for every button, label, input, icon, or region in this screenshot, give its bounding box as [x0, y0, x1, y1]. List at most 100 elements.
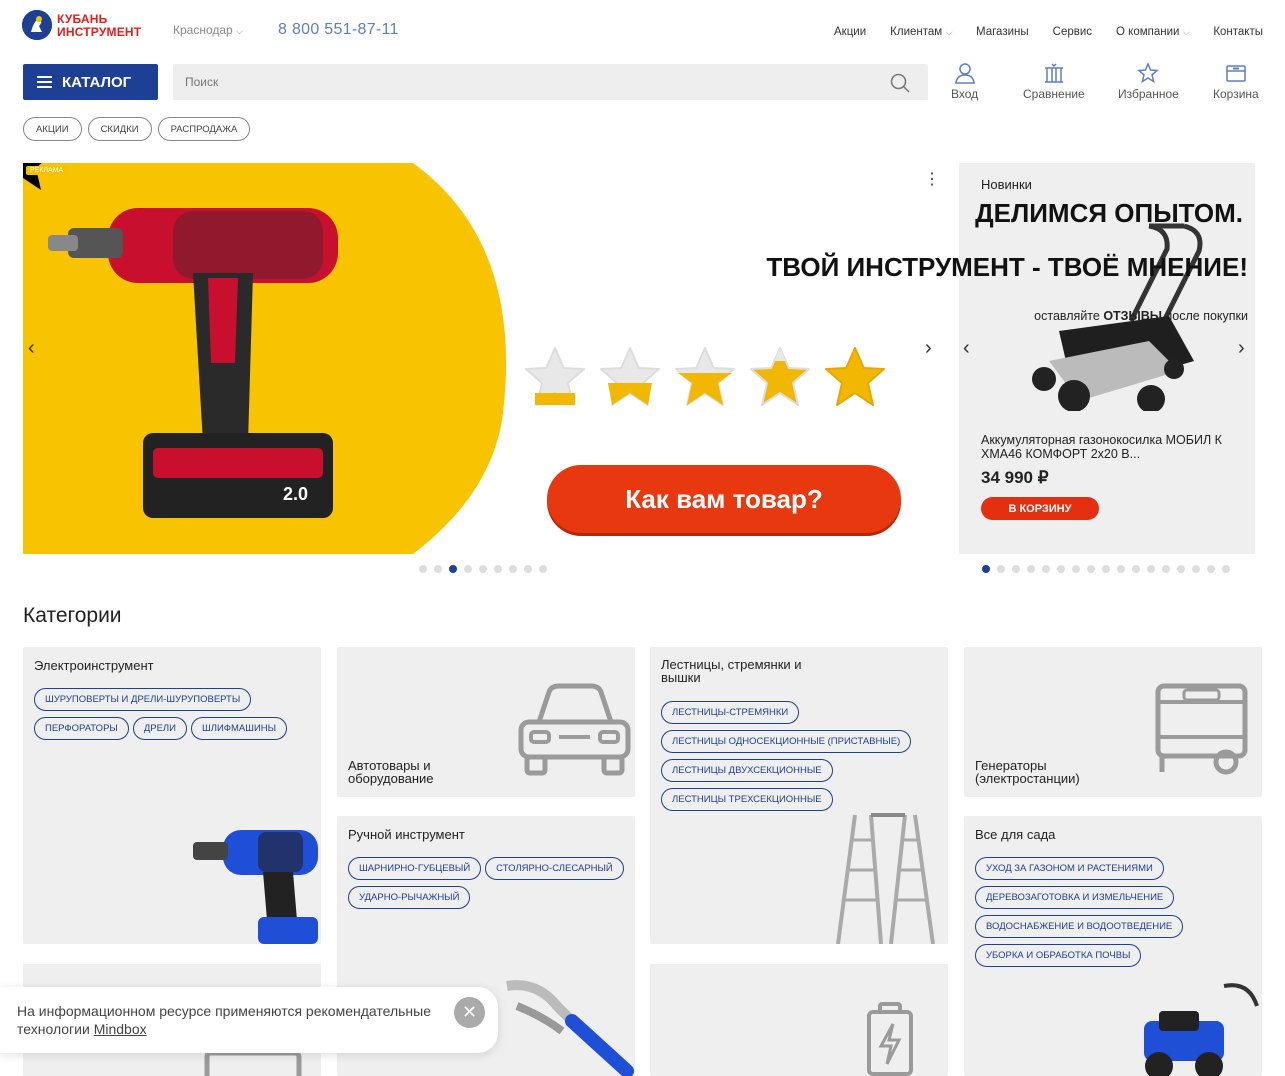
- tag-stepladders[interactable]: ЛЕСТНИЦЫ-СТРЕМЯНКИ: [661, 701, 800, 724]
- quick-filter-pills: АКЦИИ СКИДКИ РАСПРОДАЖА: [23, 117, 251, 141]
- compare-icon: [1044, 63, 1063, 83]
- pagination-dot[interactable]: [1177, 565, 1185, 573]
- category-tags: ШУРУПОВЕРТЫ И ДРЕЛИ-ШУРУПОВЕРТЫ ПЕРФОРАТ…: [34, 688, 314, 740]
- pill-sale[interactable]: РАСПРОДАЖА: [157, 117, 251, 141]
- catalog-label: КАТАЛОГ: [62, 73, 132, 91]
- nav-item-service[interactable]: Сервис: [1053, 26, 1092, 38]
- pagination-dot[interactable]: [494, 565, 502, 573]
- cart-button[interactable]: Корзина: [1213, 62, 1259, 101]
- search-icon[interactable]: [890, 73, 910, 93]
- banner-next-arrow-icon[interactable]: ›: [925, 337, 932, 360]
- pill-promos[interactable]: АКЦИИ: [23, 117, 82, 141]
- catalog-button[interactable]: КАТАЛОГ: [23, 64, 158, 100]
- pagination-dot[interactable]: [479, 565, 487, 573]
- search-input[interactable]: [173, 64, 928, 100]
- category-title: Лестницы, стремянки и вышки: [661, 657, 802, 685]
- category-tags: ШАРНИРНО-ГУБЦЕВЫЙ СТОЛЯРНО-СЛЕСАРНЫЙ УДА…: [348, 857, 633, 909]
- pagination-dot[interactable]: [1102, 565, 1110, 573]
- pagination-dot[interactable]: [997, 565, 1005, 573]
- compare-button[interactable]: Сравнение: [1023, 62, 1085, 101]
- pagination-dot[interactable]: [1072, 565, 1080, 573]
- nav-item-contacts[interactable]: Контакты: [1213, 26, 1263, 38]
- close-icon[interactable]: ✕: [454, 997, 485, 1028]
- pill-discounts[interactable]: СКИДКИ: [87, 117, 152, 141]
- logo-icon[interactable]: [22, 10, 52, 40]
- pagination-dot[interactable]: [1012, 565, 1020, 573]
- pagination-dot[interactable]: [524, 565, 532, 573]
- tag-three-section[interactable]: ЛЕСТНИЦЫ ТРЕХСЕКЦИОННЫЕ: [661, 788, 833, 811]
- logo-text[interactable]: КУБАНЬ ИНСТРУМЕНТ: [57, 13, 141, 39]
- banner-cta-button[interactable]: Как вам товар?: [547, 465, 901, 533]
- pagination-dot[interactable]: [1132, 565, 1140, 573]
- pagination-dot[interactable]: [464, 565, 472, 573]
- chevron-down-icon: ⌵: [236, 26, 243, 36]
- pagination-dot[interactable]: [1042, 565, 1050, 573]
- nav-item-stores[interactable]: Магазины: [976, 26, 1029, 38]
- add-to-cart-button[interactable]: В КОРЗИНУ: [981, 497, 1099, 520]
- pagination-dot[interactable]: [1147, 565, 1155, 573]
- pagination-dot[interactable]: [419, 565, 427, 573]
- search-bar: [173, 64, 928, 100]
- pagination-dot[interactable]: [1027, 565, 1035, 573]
- pagination-dot[interactable]: [1117, 565, 1125, 573]
- tag-lawn-care[interactable]: УХОД ЗА ГАЗОНОМ И РАСТЕНИЯМИ: [975, 857, 1164, 880]
- tag-locksmith[interactable]: СТОЛЯРНО-СЛЕСАРНЫЙ: [485, 857, 624, 880]
- pagination-dot-active[interactable]: [982, 565, 990, 573]
- banner-title-1: ДЕЛИМСЯ ОПЫТОМ.: [975, 198, 1243, 228]
- tag-grinders[interactable]: ШЛИФМАШИНЫ: [191, 717, 288, 740]
- tag-soil-treatment[interactable]: УБОРКА И ОБРАБОТКА ПОЧВЫ: [975, 944, 1142, 967]
- pagination-dot[interactable]: [1057, 565, 1065, 573]
- category-card-garden[interactable]: Все для сада УХОД ЗА ГАЗОНОМ И РАСТЕНИЯМ…: [964, 816, 1262, 1076]
- chevron-down-icon: ⌵: [945, 26, 953, 37]
- cart-icon: [1226, 65, 1246, 82]
- tag-impact[interactable]: УДАРНО-РЫЧАЖНЫЙ: [348, 886, 471, 909]
- new-products-next-arrow-icon[interactable]: ›: [1238, 337, 1245, 360]
- tag-two-section[interactable]: ЛЕСТНИЦЫ ДВУХСЕКЦИОННЫЕ: [661, 759, 833, 782]
- pagination-dot[interactable]: [1222, 565, 1230, 573]
- blue-drill-image: [193, 830, 318, 944]
- more-options-icon[interactable]: ⋮: [924, 169, 940, 189]
- tag-pliers[interactable]: ШАРНИРНО-ГУБЦЕВЫЙ: [348, 857, 482, 880]
- tag-water-supply[interactable]: ВОДОСНАБЖЕНИЕ И ВОДООТВЕДЕНИЕ: [975, 915, 1184, 938]
- product-name[interactable]: Аккумуляторная газонокосилка МОБИЛ К ХМА…: [981, 433, 1233, 461]
- pagination-dot[interactable]: [1162, 565, 1170, 573]
- nav-item-clients[interactable]: Клиентам ⌵: [890, 26, 952, 38]
- tag-perforators[interactable]: ПЕРФОРАТОРЫ: [34, 717, 129, 740]
- nav-item-promos[interactable]: Акции: [834, 26, 866, 38]
- city-selector[interactable]: Краснодар ⌵: [173, 23, 243, 37]
- favorites-label: Избранное: [1118, 87, 1179, 101]
- category-card-batteries[interactable]: [650, 964, 948, 1076]
- city-label: Краснодар: [173, 23, 233, 37]
- nav-item-about[interactable]: О компании ⌵: [1116, 26, 1189, 38]
- nav-label: Сервис: [1052, 26, 1093, 38]
- nav-label: Магазины: [976, 26, 1029, 38]
- favorites-button[interactable]: Избранное: [1118, 62, 1179, 101]
- pagination-dot[interactable]: [1192, 565, 1200, 573]
- pagination-dot[interactable]: [1207, 565, 1215, 573]
- category-card-power-tools[interactable]: Электроинструмент ШУРУПОВЕРТЫ И ДРЕЛИ-ШУ…: [23, 647, 321, 944]
- category-card-ladders[interactable]: Лестницы, стремянки и вышки ЛЕСТНИЦЫ-СТР…: [650, 647, 948, 944]
- phone-link[interactable]: 8 800 551-87-11: [278, 21, 399, 39]
- pagination-dot[interactable]: [539, 565, 547, 573]
- tag-wood-processing[interactable]: ДЕРЕВОЗАГОТОВКА И ИЗМЕЛЬЧЕНИЕ: [975, 886, 1175, 909]
- login-button[interactable]: Вход: [951, 62, 978, 101]
- pagination-dot[interactable]: [434, 565, 442, 573]
- category-card-auto[interactable]: Автотовары и оборудование: [337, 647, 635, 797]
- banner-title-2: ТВОЙ ИНСТРУМЕНТ - ТВОЁ МНЕНИЕ!: [766, 252, 1248, 282]
- category-card-generators[interactable]: Генераторы (электростанции): [964, 647, 1262, 797]
- mindbox-link[interactable]: Mindbox: [94, 1021, 147, 1037]
- pagination-dot[interactable]: [1087, 565, 1095, 573]
- pagination-dot-active[interactable]: [449, 565, 457, 573]
- banner-prev-arrow-icon[interactable]: ‹: [28, 337, 35, 360]
- product-price: 34 990 ₽: [981, 468, 1049, 487]
- chevron-down-icon: ⌵: [1182, 26, 1190, 37]
- category-title: Электроинструмент: [34, 658, 154, 673]
- tag-screwdrivers[interactable]: ШУРУПОВЕРТЫ И ДРЕЛИ-ШУРУПОВЕРТЫ: [34, 688, 252, 711]
- new-products-prev-arrow-icon[interactable]: ‹: [963, 337, 970, 360]
- tag-drills[interactable]: ДРЕЛИ: [132, 717, 187, 740]
- star-icon: [1137, 62, 1160, 84]
- pagination-dot[interactable]: [509, 565, 517, 573]
- tag-single-section[interactable]: ЛЕСТНИЦЫ ОДНОСЕКЦИОННЫЕ (ПРИСТАВНЫЕ): [661, 730, 912, 753]
- battery-icon: [867, 1002, 913, 1076]
- compare-label: Сравнение: [1023, 87, 1085, 101]
